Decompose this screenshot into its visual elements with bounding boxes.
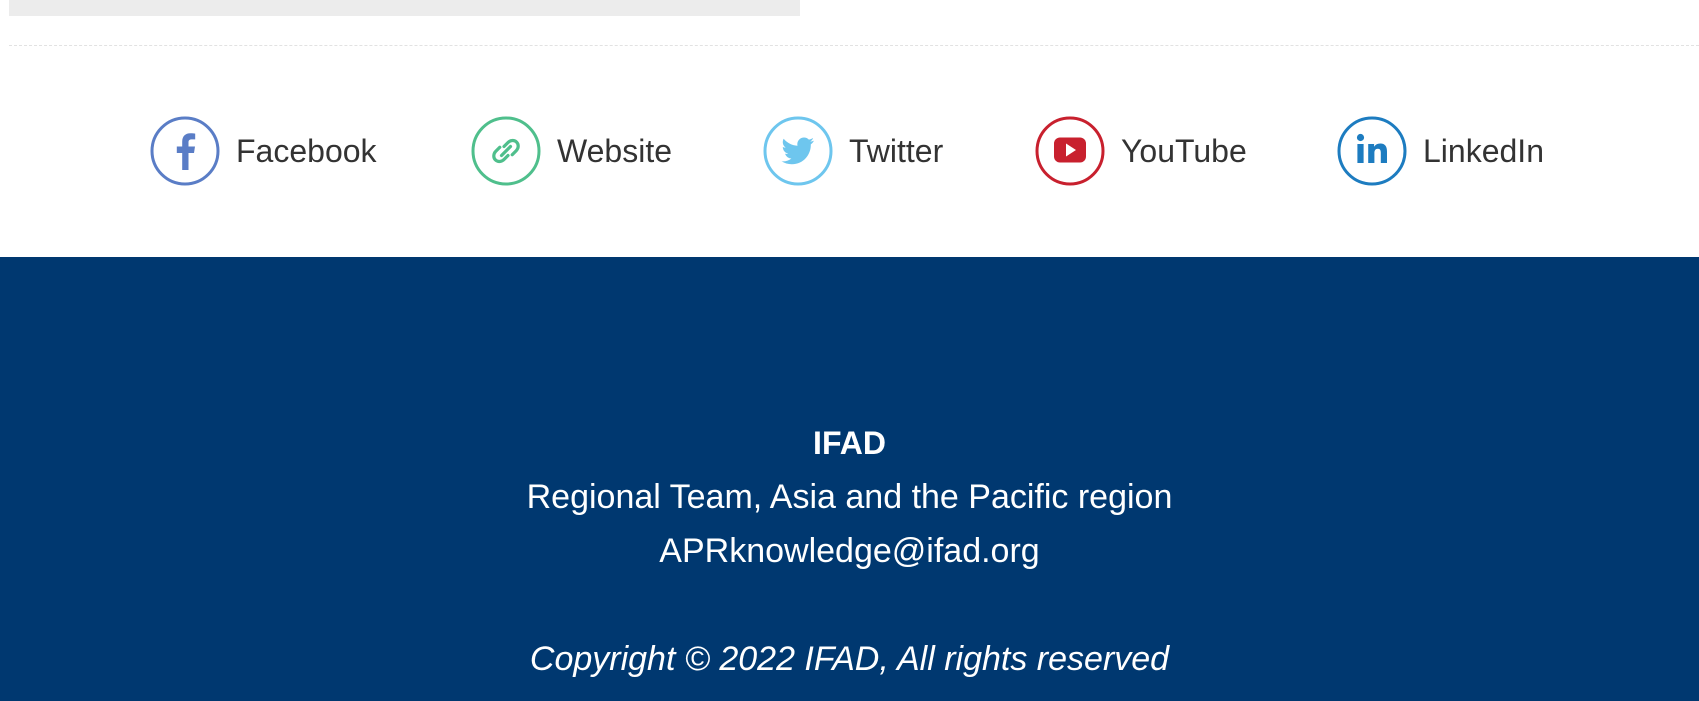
- footer-copyright: Copyright © 2022 IFAD, All rights reserv…: [529, 640, 1170, 678]
- link-icon: [471, 116, 541, 186]
- social-label-twitter: Twitter: [849, 132, 944, 169]
- footer-email-link[interactable]: APRknowledge@ifad.org: [659, 532, 1039, 570]
- social-label-facebook: Facebook: [236, 132, 377, 169]
- facebook-icon: [150, 116, 220, 186]
- social-link-facebook[interactable]: Facebook: [150, 114, 377, 188]
- social-link-linkedin[interactable]: LinkedIn: [1337, 114, 1544, 188]
- footer-email: APRknowledge@ifad.org: [0, 531, 1699, 571]
- social-label-linkedin: LinkedIn: [1423, 132, 1544, 169]
- page: Facebook Website Twitter YouTube LinkedI…: [0, 0, 1699, 701]
- footer-org-name: IFAD: [813, 425, 886, 461]
- twitter-icon: [763, 116, 833, 186]
- social-link-twitter[interactable]: Twitter: [763, 114, 943, 188]
- social-label-youtube: YouTube: [1121, 132, 1247, 169]
- youtube-icon: [1035, 116, 1105, 186]
- social-link-website[interactable]: Website: [471, 114, 672, 188]
- footer-team-name: Regional Team, Asia and the Pacific regi…: [526, 478, 1173, 516]
- top-content-strip: [9, 0, 800, 16]
- linkedin-icon: [1337, 116, 1407, 186]
- dashed-divider: [9, 45, 1699, 46]
- social-label-website: Website: [557, 132, 673, 169]
- social-link-youtube[interactable]: YouTube: [1035, 114, 1247, 188]
- footer: IFAD Regional Team, Asia and the Pacific…: [0, 257, 1699, 701]
- social-links-row: Facebook Website Twitter YouTube LinkedI…: [0, 114, 1699, 188]
